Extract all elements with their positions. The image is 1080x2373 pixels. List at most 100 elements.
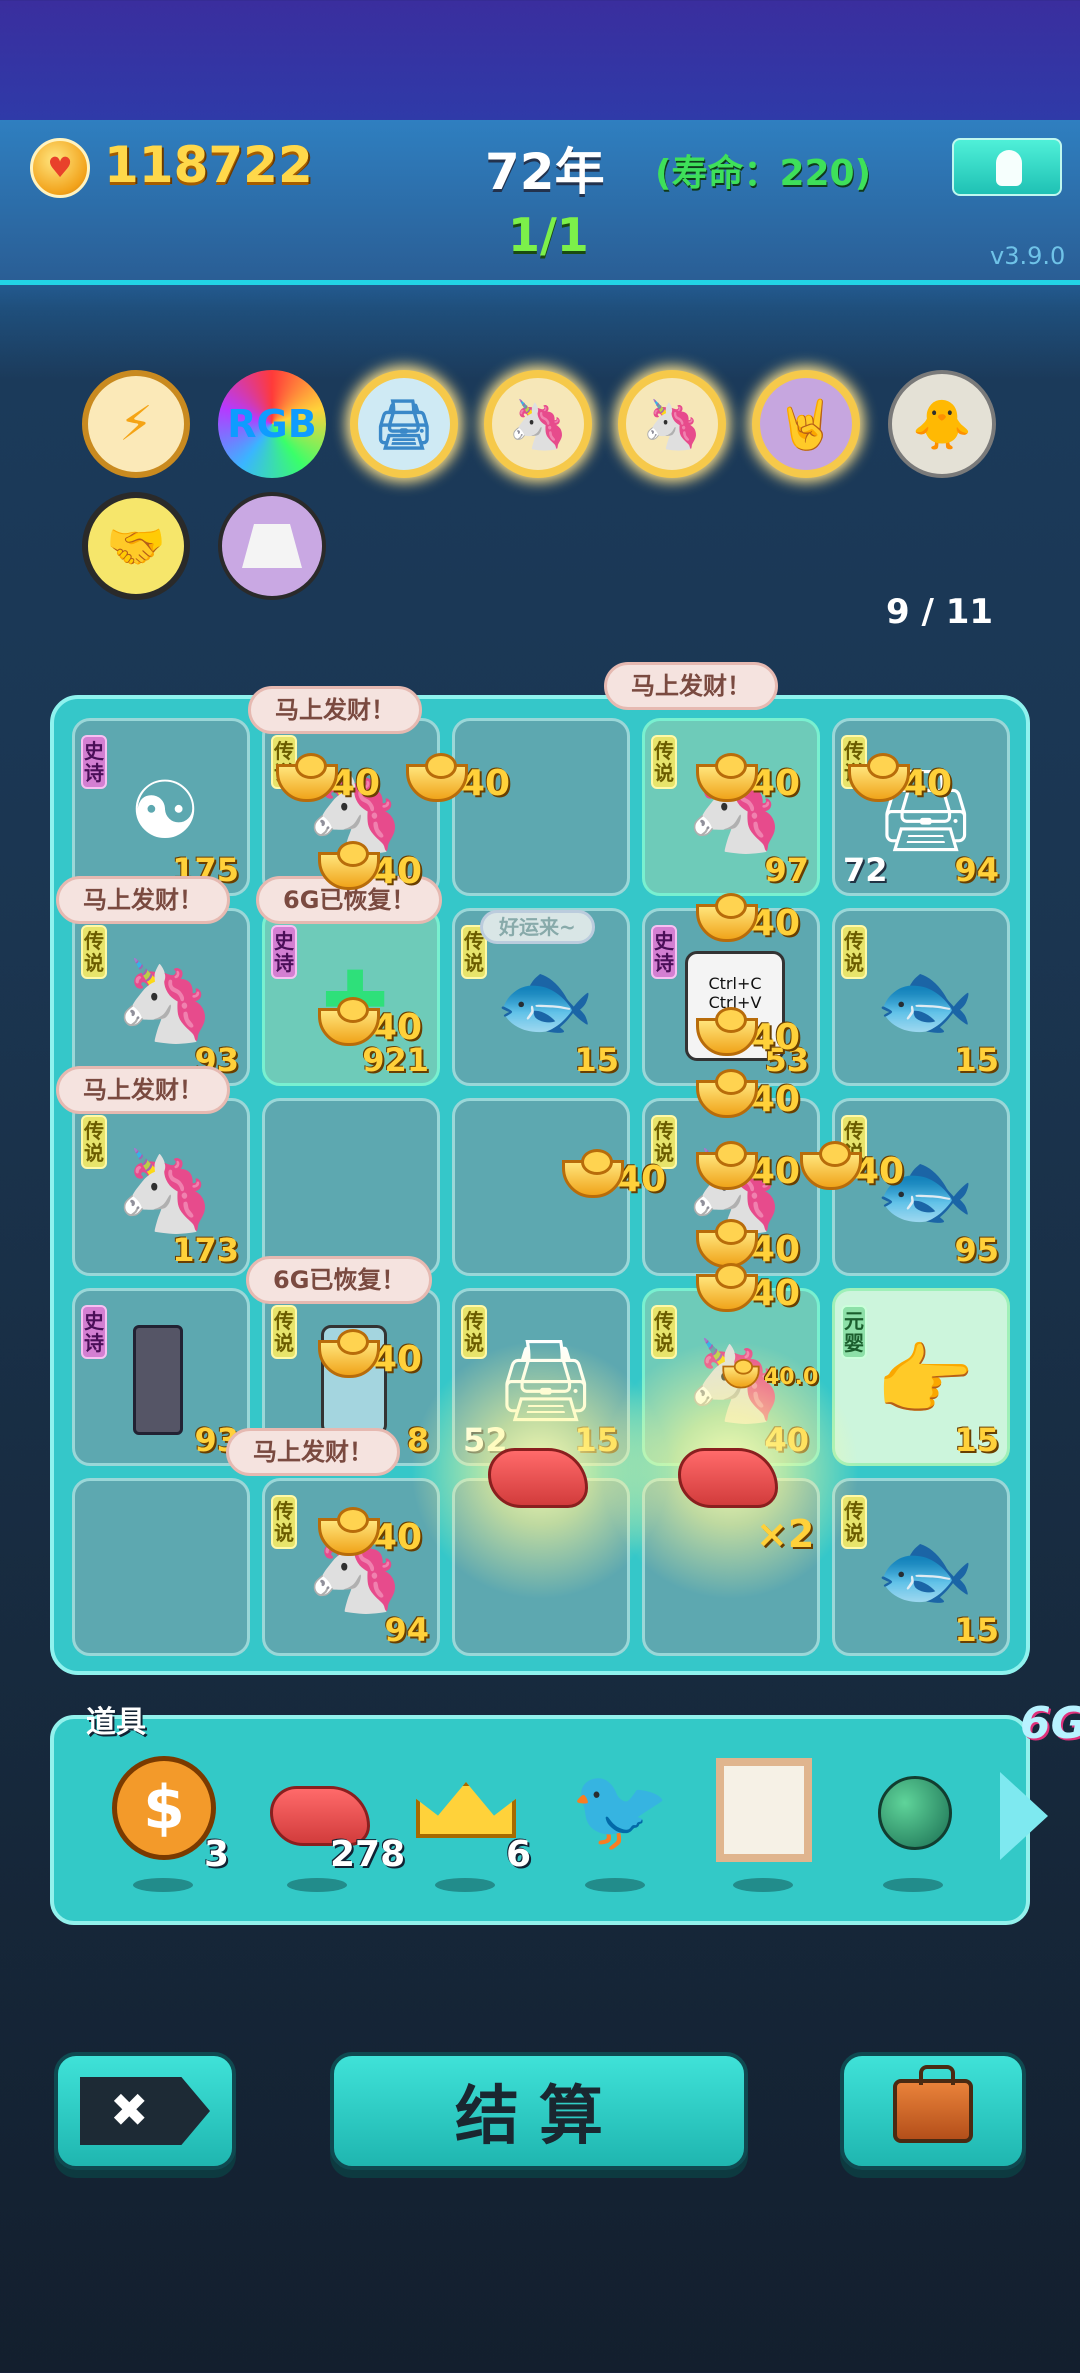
luck-bubble: 好运来~ bbox=[480, 910, 595, 944]
board-cell[interactable]: 史诗 ☯ 175 bbox=[72, 718, 250, 896]
item-shadow bbox=[435, 1878, 495, 1892]
item-shadow bbox=[733, 1878, 793, 1892]
gold-ingot-icon bbox=[696, 753, 758, 802]
cell-value: 15 bbox=[954, 1041, 999, 1079]
frame-icon bbox=[716, 1758, 812, 1862]
gold-gain: 40 bbox=[696, 1263, 800, 1316]
rarity-tag: 传说 bbox=[271, 1495, 297, 1549]
gold-gain: 40 bbox=[696, 1069, 800, 1122]
cell-value: 94 bbox=[384, 1611, 429, 1649]
board-cell[interactable]: 史诗 93 bbox=[72, 1288, 250, 1466]
items-title: 道具 bbox=[86, 1705, 146, 1740]
close-icon bbox=[80, 2077, 210, 2145]
lightning-icon[interactable]: ⚡ bbox=[82, 370, 190, 478]
version-label: v3.9.0 bbox=[990, 242, 1066, 270]
rarity-tag: 传说 bbox=[461, 1305, 487, 1359]
rarity-tag: 传说 bbox=[651, 735, 677, 789]
briefcase-icon bbox=[893, 2065, 973, 2143]
gold-ingot-icon bbox=[696, 1007, 758, 1056]
board-cell[interactable]: 传说 🖨 72 94 bbox=[832, 718, 1010, 896]
settle-button[interactable]: 结算 bbox=[330, 2052, 748, 2170]
board-cell[interactable] bbox=[72, 1478, 250, 1656]
gold-gain: 40 bbox=[848, 753, 952, 806]
item-slot[interactable]: 6 bbox=[410, 1752, 531, 1892]
rarity-tag: 传说 bbox=[841, 925, 867, 979]
crown-icon bbox=[416, 1782, 516, 1838]
cell-value: 15 bbox=[574, 1041, 619, 1079]
item-shadow bbox=[133, 1878, 193, 1892]
white-bird-icon: 🐦 bbox=[570, 1763, 670, 1856]
multiplier-label: ×2 bbox=[756, 1512, 815, 1556]
board-cell[interactable]: 传说 🦄 173 bbox=[72, 1098, 250, 1276]
gold-ingot-icon bbox=[722, 1358, 760, 1389]
gold-ingot-icon bbox=[696, 1069, 758, 1118]
item-slot[interactable] bbox=[858, 1752, 968, 1892]
gold-gain: 40 bbox=[696, 1007, 800, 1060]
coin-icon bbox=[30, 138, 90, 198]
board-cell[interactable]: 传说 🦄 97 bbox=[642, 718, 820, 896]
cell-value: 15 bbox=[954, 1611, 999, 1649]
unicorn-icon[interactable]: 🦄 bbox=[618, 370, 726, 478]
pointing-hand-icon: 👉 bbox=[875, 1334, 975, 1427]
close-button[interactable] bbox=[54, 2052, 236, 2170]
rgb-text: RGB bbox=[227, 402, 317, 446]
skirt-icon[interactable] bbox=[218, 492, 326, 600]
gold-gain: 40 bbox=[562, 1149, 666, 1202]
settle-label: 结算 bbox=[455, 2080, 623, 2154]
gold-gain: 40 bbox=[276, 753, 380, 806]
handshake-icon[interactable]: 🤝 bbox=[82, 492, 190, 600]
gold-ingot-icon bbox=[318, 997, 380, 1046]
rarity-tag: 传说 bbox=[271, 1305, 297, 1359]
item-slot[interactable]: $ 3 bbox=[108, 1752, 229, 1892]
gold-ingot-icon bbox=[848, 753, 910, 802]
gold-ingot-icon bbox=[276, 753, 338, 802]
gold-ingot-icon bbox=[562, 1149, 624, 1198]
rock-hand-icon[interactable]: 🤘 bbox=[752, 370, 860, 478]
cell-value: 97 bbox=[764, 851, 809, 889]
dollar-coin-icon: $ bbox=[112, 1756, 216, 1860]
badge-counter: 9 / 11 bbox=[886, 592, 994, 632]
gold-gain: 40 bbox=[800, 1141, 904, 1194]
gold-ingot-icon bbox=[696, 1263, 758, 1312]
koi-fish-icon: 🐟 bbox=[495, 954, 595, 1047]
fortune-bubble: 马上发财！ bbox=[56, 876, 230, 924]
board-cell[interactable]: 传说 🦄 94 bbox=[262, 1478, 440, 1656]
fortune-bubble: 马上发财！ bbox=[56, 1066, 230, 1114]
board-cell[interactable]: 传说 🦄 93 bbox=[72, 908, 250, 1086]
item-slot[interactable] bbox=[708, 1752, 818, 1892]
gold-gain: 40 bbox=[318, 1507, 422, 1560]
round-progress: 1/1 bbox=[508, 208, 589, 262]
item-shadow bbox=[585, 1878, 645, 1892]
fortune-bubble: 马上发财！ bbox=[248, 686, 422, 734]
item-slot[interactable]: 278 bbox=[262, 1752, 405, 1892]
liver-icon bbox=[678, 1448, 778, 1508]
bagua-icon: ☯ bbox=[129, 764, 201, 857]
gold-ingot-icon bbox=[318, 841, 380, 890]
printer-icon[interactable]: 🖨 bbox=[350, 370, 458, 478]
rarity-tag: 史诗 bbox=[81, 1305, 107, 1359]
koi-fish-icon: 🐟 bbox=[875, 1524, 975, 1617]
gold-gain: 40 bbox=[406, 753, 510, 806]
board-cell[interactable]: 传说 🐟 15 bbox=[832, 908, 1010, 1086]
rgb-icon[interactable]: RGB bbox=[218, 370, 326, 478]
board-cell[interactable] bbox=[452, 718, 630, 896]
rarity-tag: 传说 bbox=[81, 925, 107, 979]
board-cell[interactable]: 传说 🐟 15 bbox=[832, 1478, 1010, 1656]
gold-gain: 40 bbox=[696, 1219, 800, 1272]
meditate-button[interactable] bbox=[952, 138, 1062, 196]
rarity-tag: 史诗 bbox=[271, 925, 297, 979]
board-cell[interactable]: 元婴 👉 15 bbox=[832, 1288, 1010, 1466]
briefcase-button[interactable] bbox=[840, 2052, 1026, 2170]
item-count: 3 bbox=[204, 1834, 230, 1875]
rarity-tag: 史诗 bbox=[81, 735, 107, 789]
lifespan-display: (寿命：220) bbox=[655, 153, 872, 194]
rarity-tag: 传说 bbox=[651, 1305, 677, 1359]
liver-icon bbox=[488, 1448, 588, 1508]
unicorn-icon[interactable]: 🦄 bbox=[484, 370, 592, 478]
gold-gain: 40 bbox=[318, 1329, 422, 1382]
item-slot[interactable]: 🐦 bbox=[560, 1752, 670, 1892]
cell-secondary-value: 72 bbox=[843, 851, 888, 889]
next-arrow-icon[interactable] bbox=[1000, 1772, 1048, 1860]
board-cell[interactable] bbox=[262, 1098, 440, 1276]
chick-egg-icon[interactable]: 🐥 bbox=[888, 370, 996, 478]
